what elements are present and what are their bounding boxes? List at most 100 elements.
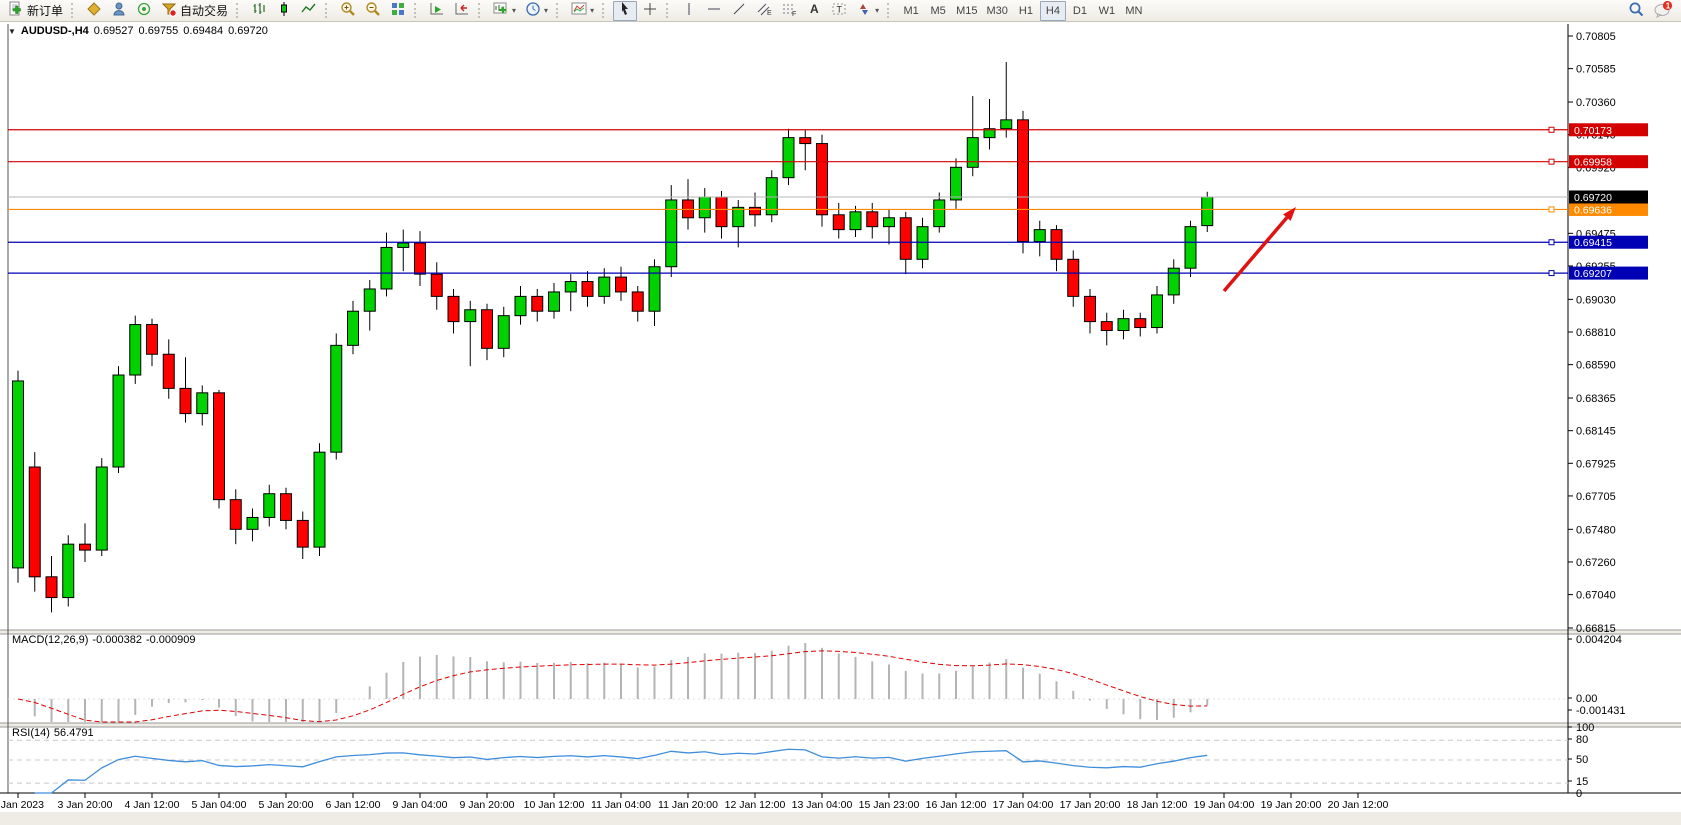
timeframe-bar: M1M5M15M30H1H4D1W1MN [898,1,1147,21]
chart-area[interactable]: 0.708050.705850.703600.701400.699200.694… [0,22,1681,825]
svg-text:A: A [810,2,819,16]
price-axis-label: 0.70360 [1576,97,1616,109]
market-watch-button[interactable] [82,1,106,21]
indicators-button[interactable]: ▾ [567,1,598,21]
candle-body [13,381,24,568]
candlestick-mode-button[interactable] [272,1,296,21]
price-badge: 0.69415 [1569,236,1648,250]
line-handle[interactable] [1549,240,1554,245]
candle-body [1185,227,1196,269]
zoom-out-button[interactable] [361,1,385,21]
price-axis-label: 0.69030 [1576,294,1616,306]
candle-body [867,212,878,227]
price-badge-label: 0.69207 [1574,268,1612,280]
periods-button[interactable]: ▾ [521,1,552,21]
line-chart-mode-button[interactable] [297,1,321,21]
candle [783,129,794,185]
timeframe-button-M30[interactable]: M30 [983,1,1012,21]
trendline-tool-button[interactable] [727,1,751,21]
chart-shift-button[interactable] [450,1,474,21]
ohlc-high: 0.69755 [139,25,179,37]
new-order-button[interactable]: 新订单 [4,1,67,21]
fibonacci-icon: F [781,1,797,20]
bar-chart-mode-button[interactable] [247,1,271,21]
line-handle[interactable] [1549,207,1554,212]
new-chart-dropdown-caret[interactable]: ▾ [512,7,516,15]
time-axis-label: 18 Jan 12:00 [1127,799,1188,811]
candle-body [130,325,141,375]
price-badge-label: 0.69958 [1574,157,1612,169]
candle-body [364,289,375,311]
candle-body [632,292,643,311]
candle-body [214,393,225,500]
timeframe-button-M1[interactable]: M1 [898,1,924,21]
arrows-tool-button[interactable]: ▾ [852,1,883,21]
notifications-button[interactable]: 1 [1649,1,1677,21]
new-chart-icon [493,1,509,20]
indicators-dropdown-caret[interactable]: ▾ [590,7,594,15]
new-order-label: 新订单 [27,2,63,19]
timeframe-button-MN[interactable]: MN [1121,1,1147,21]
search-button[interactable] [1624,1,1648,21]
channel-tool-button[interactable]: E [752,1,776,21]
timeframe-button-H4[interactable]: H4 [1040,1,1066,21]
line-handle[interactable] [1549,159,1554,164]
timeframe-button-D1[interactable]: D1 [1067,1,1093,21]
chat-bubble-icon: 1 [1653,0,1673,21]
vertical-line-tool-button[interactable] [677,1,701,21]
cursor-tool-button[interactable] [613,1,637,21]
candle-body [951,167,962,200]
timeframe-button-W1[interactable]: W1 [1094,1,1120,21]
rsi-axis-label: 50 [1576,754,1588,766]
macd-value-signal: -0.000909 [146,634,196,646]
vertical-line-icon [681,1,697,20]
indicators-icon [571,1,587,20]
line-handle[interactable] [1549,127,1554,132]
candle-body [967,138,978,168]
timeframe-button-M15[interactable]: M15 [952,1,981,21]
toolbar-grip [236,3,243,18]
tile-windows-button[interactable] [386,1,410,21]
timeframe-button-H1[interactable]: H1 [1013,1,1039,21]
market-watch-icon [86,1,102,20]
ohlc-close: 0.69720 [228,25,268,37]
candle-body [147,325,158,355]
crosshair-tool-button[interactable] [638,1,662,21]
line-handle[interactable] [1549,271,1554,276]
pane-separator[interactable] [0,630,1681,634]
signals-icon [136,1,152,20]
candle-body [381,247,392,289]
candle-body [297,520,308,547]
timeframe-button-M5[interactable]: M5 [925,1,951,21]
time-axis-label: 17 Jan 04:00 [993,799,1054,811]
candle-body [1118,319,1129,331]
candle-body [783,138,794,178]
price-badge: 0.69207 [1569,267,1648,281]
line-chart-icon [301,1,317,20]
zoom-in-button[interactable] [336,1,360,21]
text-tool-button[interactable]: A [802,1,826,21]
one-click-trading-toggle[interactable]: ▼ [8,27,16,36]
periods-dropdown-caret[interactable]: ▾ [544,7,548,15]
community-button[interactable] [107,1,131,21]
text-label-tool-button[interactable]: T [827,1,851,21]
auto-trading-button[interactable]: 自动交易 [157,1,232,21]
candle [13,371,24,583]
toolbar-grip [414,3,421,18]
candle-body [96,467,107,550]
candle-body [448,296,459,321]
arrows-dropdown-caret[interactable]: ▾ [875,7,879,15]
candle-body [1001,120,1012,129]
toolbar-grip [887,3,894,18]
fibonacci-tool-button[interactable]: F [777,1,801,21]
signals-button[interactable] [132,1,156,21]
price-badge: 0.69720 [1569,190,1648,204]
pane-separator[interactable] [0,723,1681,727]
new-chart-button[interactable]: ▾ [489,1,520,21]
auto-scroll-button[interactable] [425,1,449,21]
time-axis-label: 3 Jan 20:00 [58,799,113,811]
community-icon [111,1,127,20]
macd-axis-label: 0.00 [1576,693,1597,705]
horizontal-line-tool-button[interactable] [702,1,726,21]
price-badge: 0.70173 [1569,123,1648,137]
